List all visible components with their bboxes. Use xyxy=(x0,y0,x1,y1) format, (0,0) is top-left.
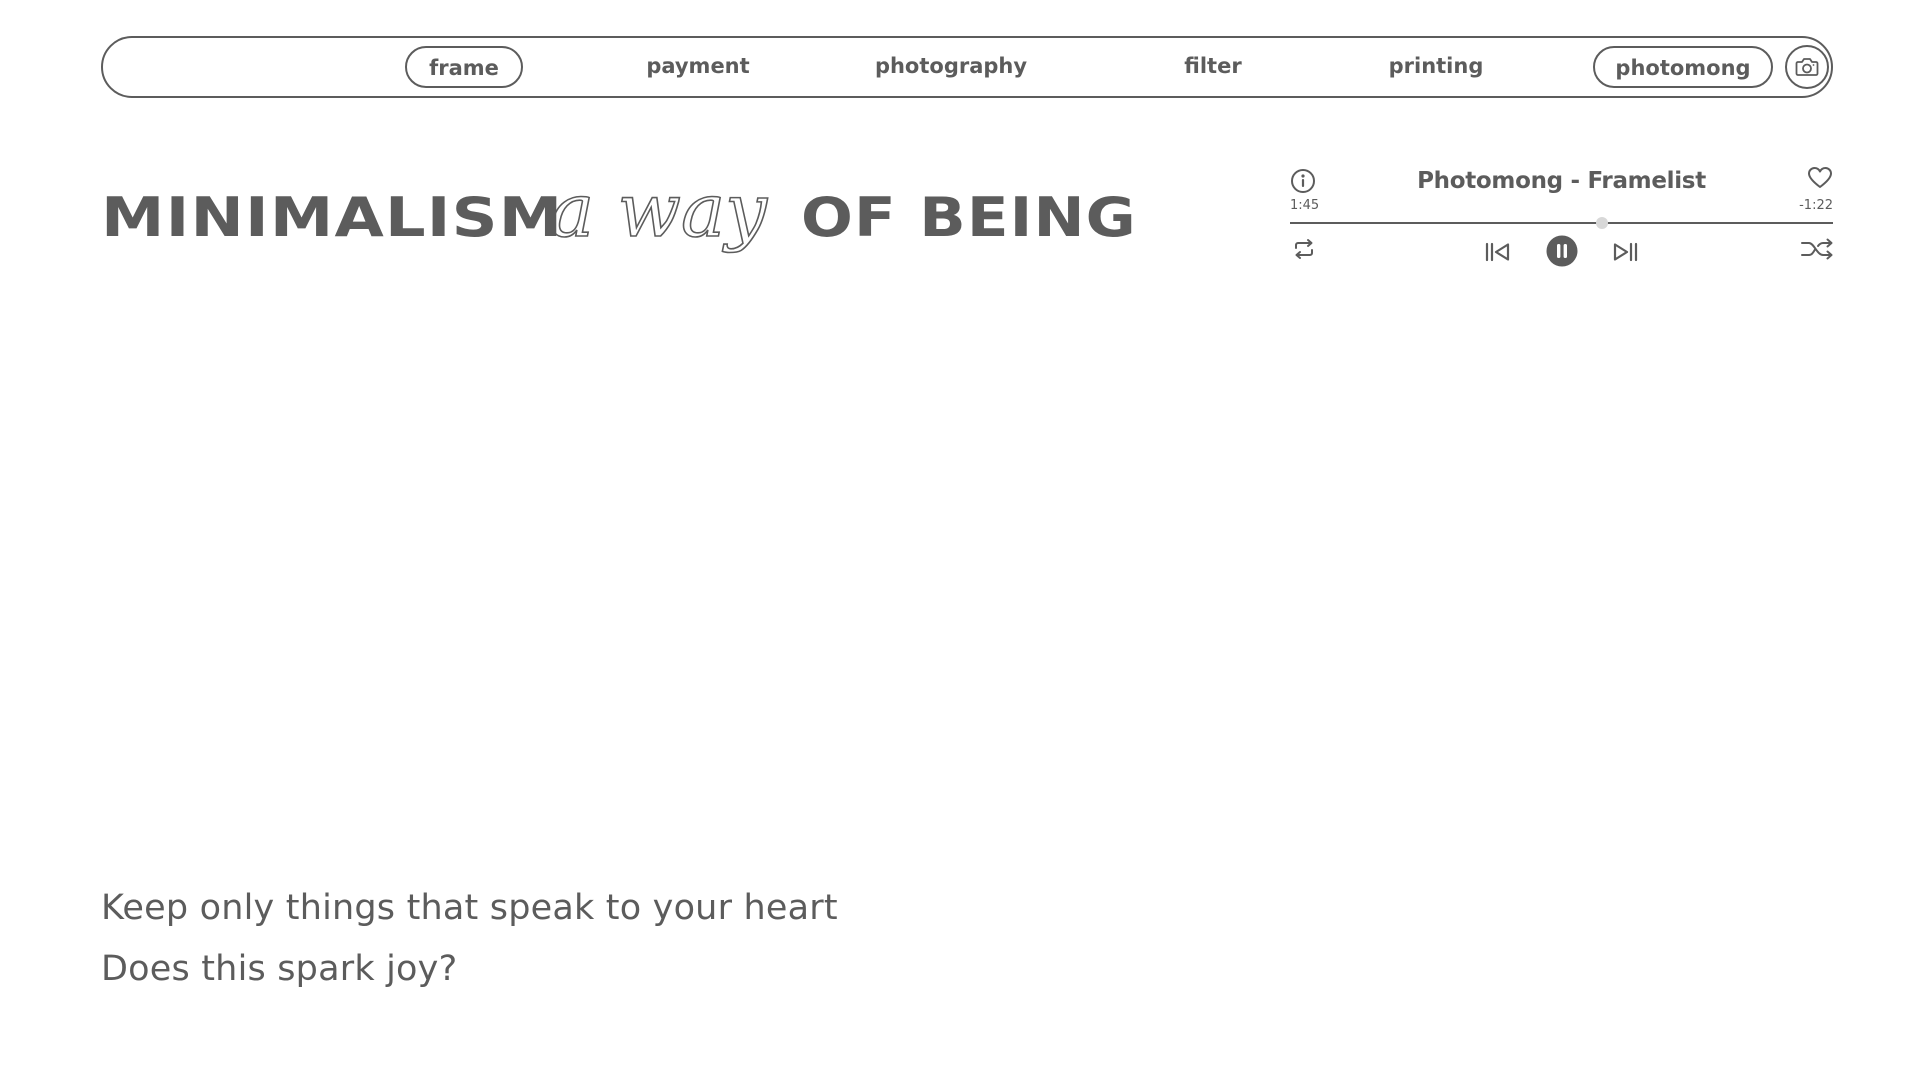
nav-item-photography[interactable]: photography xyxy=(851,46,1051,88)
quote-line-2: Does this spark joy? xyxy=(101,949,458,989)
headline-script-a-way: a way xyxy=(549,168,769,255)
headline-of-being: OF BEING xyxy=(801,186,1137,249)
remaining-time: -1:22 xyxy=(1799,198,1833,213)
track-title: Photomong - Framelist xyxy=(1417,168,1706,194)
camera-icon xyxy=(1795,58,1819,76)
progress-bar[interactable] xyxy=(1290,217,1833,229)
quote-line-1: Keep only things that speak to your hear… xyxy=(101,888,838,928)
headline-minimalism: MINIMALISM xyxy=(101,186,564,249)
progress-thumb[interactable] xyxy=(1596,217,1609,229)
top-nav: frame payment photography filter printin… xyxy=(101,36,1833,98)
nav-item-frame[interactable]: frame xyxy=(405,46,523,88)
skip-previous-icon[interactable] xyxy=(1485,242,1511,262)
nav-item-filter[interactable]: filter xyxy=(1163,46,1263,88)
camera-button[interactable] xyxy=(1785,45,1829,89)
skip-next-icon[interactable] xyxy=(1612,242,1638,262)
repeat-icon[interactable] xyxy=(1292,238,1316,260)
music-player: Photomong - Framelist 1:45 -1:22 xyxy=(1290,160,1833,270)
shuffle-icon[interactable] xyxy=(1801,238,1833,260)
info-icon[interactable] xyxy=(1290,168,1316,194)
page: frame payment photography filter printin… xyxy=(0,0,1920,1080)
script-text: a way xyxy=(550,168,768,254)
nav-item-photomong[interactable]: photomong xyxy=(1593,46,1773,88)
pause-icon[interactable] xyxy=(1546,235,1578,267)
nav-item-payment[interactable]: payment xyxy=(613,46,783,88)
headline: MINIMALISM a way OF BEING xyxy=(101,168,1136,268)
nav-item-printing[interactable]: printing xyxy=(1361,46,1511,88)
heart-icon[interactable] xyxy=(1807,166,1833,190)
elapsed-time: 1:45 xyxy=(1290,198,1320,213)
